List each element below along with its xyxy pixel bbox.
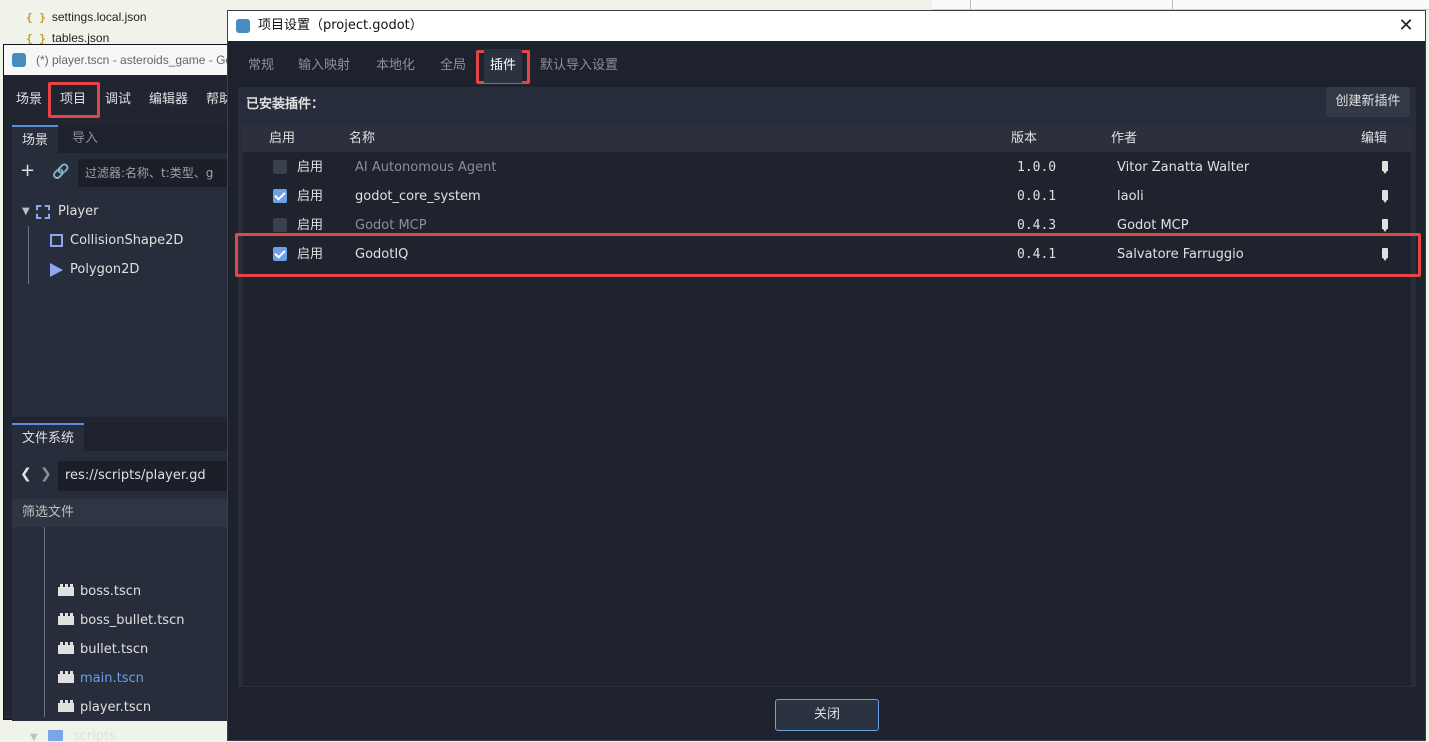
tree-node-player[interactable]: ▼ Player [12,197,244,226]
scene-file-icon [58,700,74,712]
edit-pencil-icon[interactable] [1382,161,1388,174]
column-name: 名称 [349,131,376,146]
collision-shape-icon [50,234,63,247]
tab-filesystem[interactable]: 文件系统 [12,423,85,451]
filesystem-dock-tabs: 文件系统 [12,423,244,451]
file-item[interactable]: boss_bullet.tscn [58,606,184,635]
tab-import-defaults[interactable]: 默认导入设置 [540,55,618,77]
create-plugin-button[interactable]: 创建新插件 [1326,87,1410,117]
settings-tabs: 常规 输入映射 本地化 全局 插件 默认导入设置 [228,41,1425,85]
plugin-author: Vitor Zanatta Walter [1117,160,1250,175]
tree-node-collisionshape2d[interactable]: CollisionShape2D [12,226,244,284]
highlight-box [235,233,1421,277]
plugin-version: 0.0.1 [1017,189,1057,204]
path-row: ❮ ❯ res://scripts/player.gd [12,459,244,491]
tab-plugins[interactable]: 插件 [483,49,523,83]
tab-globals[interactable]: 全局 [440,55,466,77]
plugin-author: laoli [1117,189,1144,204]
tab-general[interactable]: 常规 [248,55,274,77]
json-icon: { } [26,11,46,24]
close-icon[interactable]: ✕ [1395,14,1417,38]
collapse-arrow-icon[interactable]: ▼ [30,732,38,742]
scene-dock: 场景 导入 + 🔗 过滤器:名称、t:类型、g ▼ Player Collisi… [12,125,248,417]
file-item[interactable]: { } settings.local.json [26,6,147,28]
scene-file-icon [58,613,74,625]
enable-label: 启用 [297,160,324,175]
file-item[interactable]: player.tscn [58,693,151,722]
enable-label: 启用 [297,189,324,204]
godot-logo-icon [12,53,26,67]
scene-filter-input[interactable]: 过滤器:名称、t:类型、g [78,159,248,187]
folder-icon [47,730,63,741]
menu-editor[interactable]: 编辑器 [149,89,188,111]
table-row: 启用 AI Autonomous Agent 1.0.0 Vitor Zanat… [243,153,1411,182]
column-author: 作者 [1111,131,1138,146]
scene-file-icon [58,642,74,654]
menu-scene[interactable]: 场景 [16,89,42,111]
scene-file-icon [58,671,74,683]
plugin-name: godot_core_system [355,189,481,204]
menu-debug[interactable]: 调试 [105,89,131,111]
dialog-title: 项目设置（project.godot） [258,18,423,33]
plugin-version: 1.0.0 [1017,160,1057,175]
plugin-name: AI Autonomous Agent [355,160,497,175]
folder-item[interactable]: ▼ scripts [30,722,116,742]
plugin-table: 启用 名称 版本 作者 编辑 启用 AI Autonomous Agent 1.… [235,125,1421,687]
filter-files-field[interactable]: 筛选文件 [12,499,244,527]
tree-node-polygon2d[interactable]: Polygon2D [12,255,244,284]
editor-menu-bar: 场景 项目 调试 编辑器 帮助 [4,77,242,121]
add-node-icon[interactable]: + [20,161,35,181]
highlight-box [48,82,100,118]
scene-dock-tabs: 场景 导入 [12,125,244,153]
filesystem-dock: 文件系统 ❮ ❯ res://scripts/player.gd 筛选文件 bo… [12,423,244,742]
background-grid [932,0,1429,10]
tab-scene[interactable]: 场景 [12,125,59,153]
plugins-panel: 已安装插件： 创建新插件 启用 名称 版本 作者 编辑 启用 AI Autono… [235,87,1421,687]
installed-plugins-label: 已安装插件： [246,97,325,112]
edit-pencil-icon[interactable] [1382,219,1388,232]
column-enabled: 启用 [269,131,296,146]
enable-checkbox[interactable] [273,218,287,232]
column-edit: 编辑 [1361,131,1388,146]
tab-input-map[interactable]: 输入映射 [298,55,350,77]
godot-editor-window: (*) player.tscn - asteroids_game - Go 场景… [3,44,248,742]
path-input[interactable]: res://scripts/player.gd [58,461,238,491]
file-item-selected[interactable]: main.tscn [58,664,144,693]
file-item[interactable]: boss.tscn [58,577,141,606]
forward-arrow-icon[interactable]: ❯ [40,464,52,484]
polygon-icon [50,263,63,277]
scene-file-icon [58,584,74,596]
collapse-arrow-icon[interactable]: ▼ [22,197,30,226]
node2d-icon [36,205,50,219]
table-header: 启用 名称 版本 作者 编辑 [243,126,1411,152]
enable-checkbox[interactable] [273,189,287,203]
table-row: 启用 godot_core_system 0.0.1 laoli [243,182,1411,211]
tab-localization[interactable]: 本地化 [376,55,415,77]
edit-pencil-icon[interactable] [1382,190,1388,203]
editor-title-bar: (*) player.tscn - asteroids_game - Go [4,45,242,75]
enable-checkbox[interactable] [273,160,287,174]
project-settings-dialog: 项目设置（project.godot） ✕ 常规 输入映射 本地化 全局 插件 … [227,10,1426,741]
column-version: 版本 [1011,131,1038,146]
back-arrow-icon[interactable]: ❮ [20,464,32,484]
godot-logo-icon [236,19,250,33]
scene-toolbar: + 🔗 过滤器:名称、t:类型、g [12,153,248,191]
close-button[interactable]: 关闭 [775,699,879,731]
link-icon[interactable]: 🔗 [52,162,69,182]
file-item[interactable]: bullet.tscn [58,635,148,664]
dialog-title-bar: 项目设置（project.godot） ✕ [228,11,1425,41]
tab-import[interactable]: 导入 [62,125,108,153]
